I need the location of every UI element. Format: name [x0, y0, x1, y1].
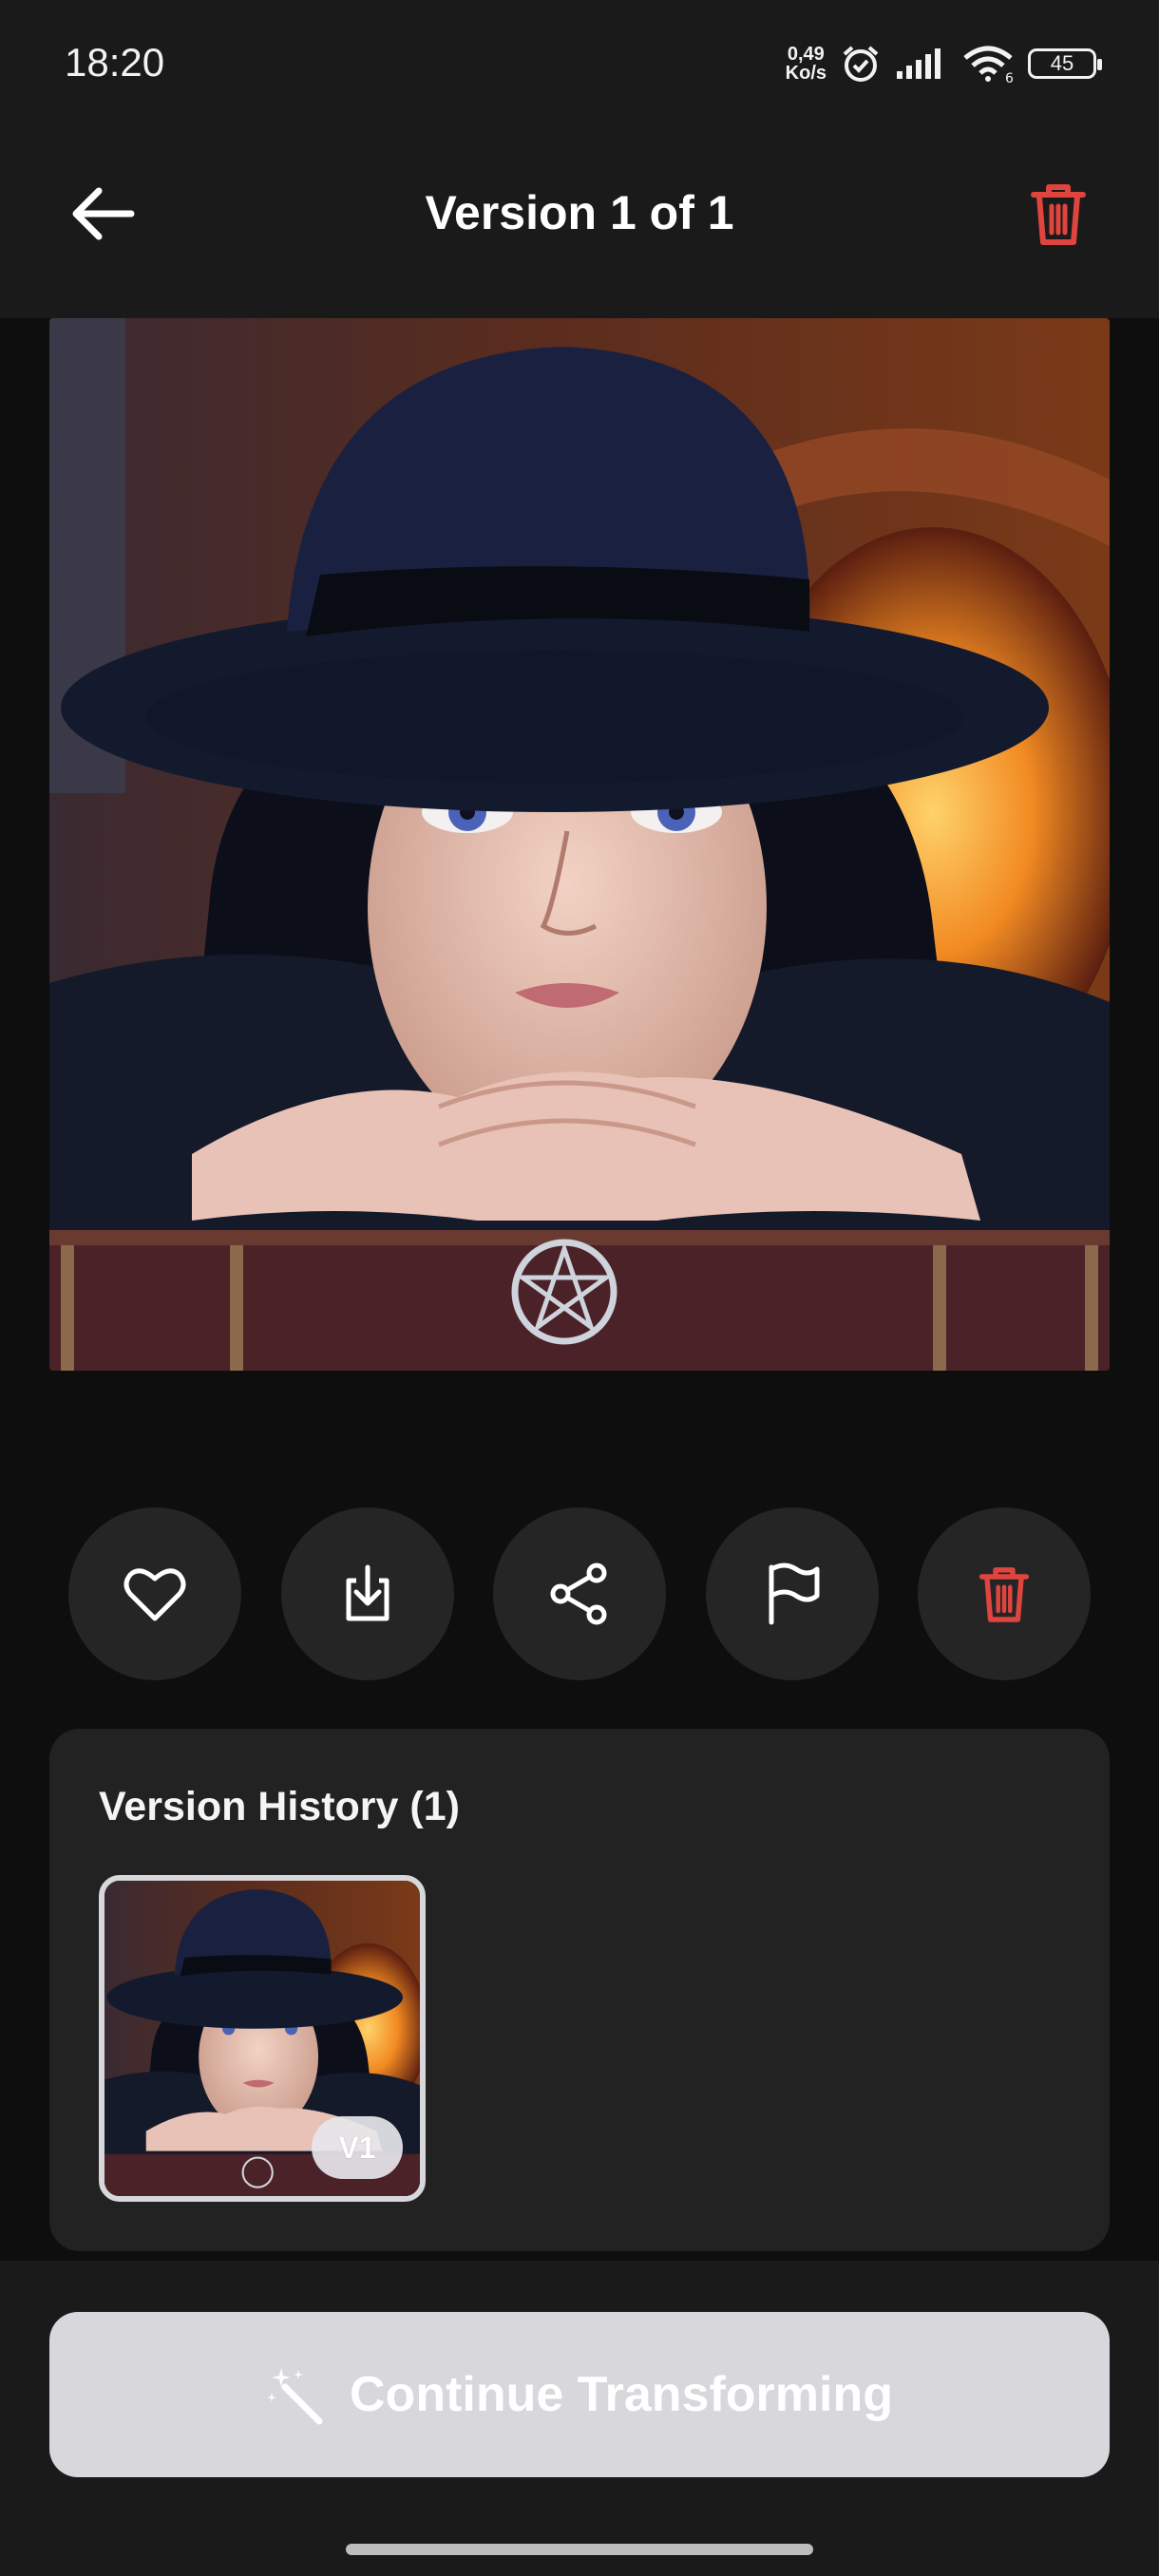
heart-icon	[124, 1568, 186, 1621]
magic-wand-icon	[267, 2368, 323, 2425]
delete-button[interactable]	[918, 1507, 1091, 1680]
flag-icon	[769, 1563, 819, 1625]
app-bar: Version 1 of 1	[0, 128, 1159, 318]
download-button[interactable]	[280, 1507, 454, 1680]
version-history-card: Version History (1) V1	[49, 1729, 1110, 2251]
portrait-illustration	[49, 318, 1110, 1371]
status-icons: 0,49 Ko/s 6 45	[785, 40, 1102, 87]
trash-icon	[978, 1567, 1030, 1622]
generated-image[interactable]	[49, 318, 1110, 1371]
status-time: 18:20	[65, 40, 165, 85]
version-history-title: Version History (1)	[99, 1784, 460, 1829]
signal-icon	[897, 48, 940, 79]
wifi-badge: 6	[1005, 71, 1014, 83]
status-bar: 18:20 0,49 Ko/s 6 45	[0, 0, 1159, 128]
wifi-icon: 6	[963, 46, 1014, 83]
version-badge: V1	[312, 2116, 403, 2179]
home-indicator[interactable]	[346, 2544, 813, 2555]
alarm-icon	[843, 46, 879, 82]
delete-version-button[interactable]	[1020, 176, 1096, 252]
battery-indicator: 45	[1028, 48, 1102, 79]
action-bar	[68, 1507, 1091, 1680]
continue-transforming-button[interactable]: Continue Transforming	[49, 2312, 1110, 2477]
download-icon	[346, 1564, 389, 1621]
version-thumbnail[interactable]: V1	[99, 1875, 426, 2202]
network-speed: 0,49 Ko/s	[785, 44, 826, 84]
continue-transforming-label: Continue Transforming	[350, 2367, 893, 2422]
share-button[interactable]	[493, 1507, 666, 1680]
share-icon	[550, 1563, 607, 1625]
page-title: Version 1 of 1	[425, 186, 734, 239]
report-button[interactable]	[705, 1507, 879, 1680]
trash-icon	[1031, 184, 1086, 245]
footer: Continue Transforming	[0, 2261, 1159, 2576]
like-button[interactable]	[68, 1507, 241, 1680]
